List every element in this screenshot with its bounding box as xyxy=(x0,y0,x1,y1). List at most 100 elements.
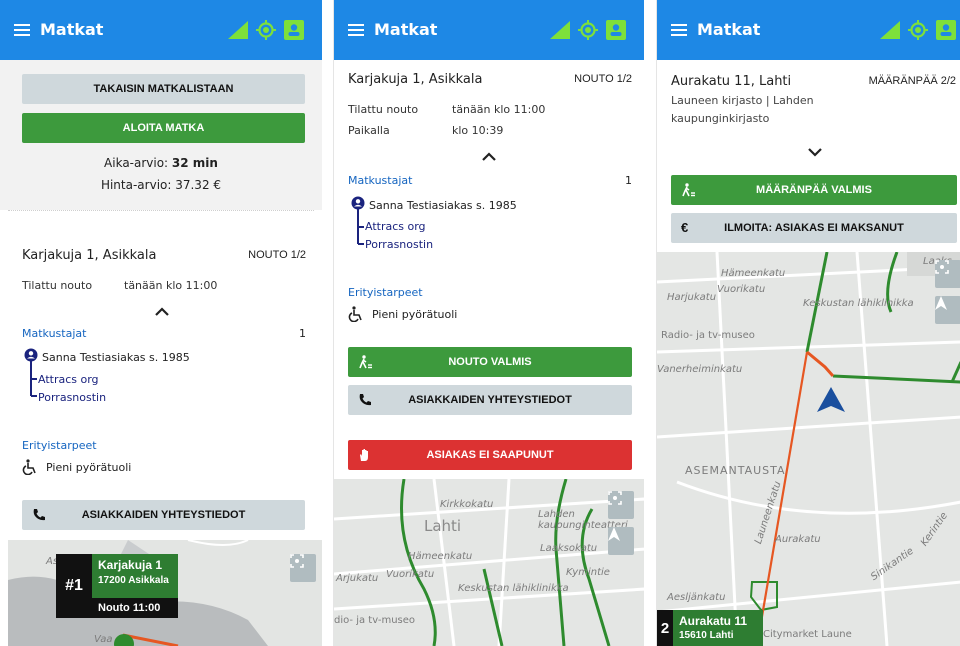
stop-subtitle: Launeen kirjasto | Lahden xyxy=(671,94,814,107)
focus-icon xyxy=(290,554,304,568)
app-title: Matkat xyxy=(697,20,761,39)
stop-hand-icon xyxy=(360,449,368,461)
map-label: Vanerheiminkatu xyxy=(657,364,743,375)
chevron-up-icon[interactable] xyxy=(482,152,496,161)
passengers-label: Matkustajat xyxy=(22,327,87,340)
passenger-service: Porrasnostin xyxy=(38,391,107,404)
passenger-name: Sanna Testiasiakas s. 1985 xyxy=(369,199,517,212)
marker-address: Aurakatu 11 15610 Lahti xyxy=(673,610,763,646)
map-label: Harjukatu xyxy=(667,292,717,303)
app-title: Matkat xyxy=(374,20,438,39)
map-label: Citymarket Laune xyxy=(763,629,852,640)
wheelchair-icon xyxy=(22,459,36,475)
app-bar: Matkat xyxy=(334,0,644,60)
navigation-button[interactable] xyxy=(608,527,634,555)
stop-address: Karjakuja 1, Asikkala xyxy=(348,72,483,87)
map-label: Lahti xyxy=(424,517,462,535)
walking-person-icon xyxy=(359,355,372,369)
map-view[interactable]: Hämeenkatu Harjukatu Vuorikatu Keskustan… xyxy=(657,252,960,646)
destination-done-button[interactable]: MÄÄRÄNPÄÄ VALMIS xyxy=(671,175,957,205)
pickup-done-button[interactable]: NOUTO VALMIS xyxy=(348,347,632,377)
map-label: Hämeenkatu xyxy=(408,551,473,562)
focus-icon xyxy=(935,260,949,274)
pickup-done-label: NOUTO VALMIS xyxy=(448,356,532,368)
navigation-button[interactable] xyxy=(935,296,960,324)
map-view[interactable]: Kirkkokatu Lahti Lahden kaupunginteatter… xyxy=(334,479,644,646)
map-label: Laaksokatu xyxy=(540,543,598,554)
passengers-label: Matkustajat xyxy=(348,174,413,187)
back-to-list-button[interactable]: TAKAISIN MATKALISTAAN xyxy=(22,74,305,104)
marker-address: Karjakuja 1 17200 Asikkala xyxy=(92,554,178,598)
passenger-name: Sanna Testiasiakas s. 1985 xyxy=(42,351,190,364)
stop-address: Karjakuja 1, Asikkala xyxy=(22,248,157,263)
app-bar: Matkat xyxy=(0,0,322,60)
recenter-button[interactable] xyxy=(290,554,316,582)
hamburger-menu-icon[interactable] xyxy=(14,24,30,36)
stop-address: Aurakatu 11, Lahti xyxy=(671,74,792,89)
chevron-down-icon[interactable] xyxy=(808,148,822,157)
contact-card-icon[interactable] xyxy=(284,20,304,40)
contact-info-label: ASIAKKAIDEN YHTEYSTIEDOT xyxy=(408,394,572,406)
stop-label: NOUTO 1/2 xyxy=(248,249,306,261)
report-not-paid-button[interactable]: € ILMOITA: ASIAKAS EI MAKSANUT xyxy=(671,213,957,243)
trip-panel-3: Matkat Aurakatu 11, Lahti MÄÄRÄNPÄÄ 2/2 … xyxy=(656,0,960,646)
map-label: Arjukatu xyxy=(336,573,379,584)
stop-label: NOUTO 1/2 xyxy=(574,73,632,85)
report-not-paid-label: ILMOITA: ASIAKAS EI MAKSANUT xyxy=(724,222,904,234)
focus-icon xyxy=(608,491,622,505)
map-label: Radio- ja tv-museo xyxy=(661,330,755,341)
contact-info-button[interactable]: ASIAKKAIDEN YHTEYSTIEDOT xyxy=(22,500,305,530)
map-label: Lahden kaupunginteatteri xyxy=(538,509,628,531)
contact-card-icon[interactable] xyxy=(936,20,956,40)
map-view[interactable]: As Vaa #1 Karjakuja 1 17200 Asikkala Nou… xyxy=(8,540,322,646)
walking-person-icon xyxy=(682,183,695,197)
hamburger-menu-icon[interactable] xyxy=(671,24,687,36)
contact-info-button[interactable]: ASIAKKAIDEN YHTEYSTIEDOT xyxy=(348,385,632,415)
trip-panel-2: Matkat Karjakuja 1, Asikkala NOUTO 1/2 T… xyxy=(333,0,644,646)
navigation-arrow-icon xyxy=(935,296,947,310)
euro-icon: € xyxy=(681,220,689,235)
divider xyxy=(8,210,314,211)
passenger-org: Attracs org xyxy=(38,373,99,386)
gps-target-icon[interactable] xyxy=(578,20,598,40)
wheelchair-icon xyxy=(348,306,362,322)
map-label: Hämeenkatu xyxy=(721,268,786,279)
signal-icon xyxy=(550,21,570,39)
recenter-button[interactable] xyxy=(935,260,960,288)
hamburger-menu-icon[interactable] xyxy=(348,24,364,36)
map-label: Keskustan lähiklinikka xyxy=(458,583,569,594)
map-label: dio- ja tv-museo xyxy=(334,615,416,626)
map-label: Keskustan lähiklinikka xyxy=(803,298,914,309)
chevron-up-icon[interactable] xyxy=(155,307,169,316)
stop-subtitle: kaupunginkirjasto xyxy=(671,112,770,125)
map-label: Kymintie xyxy=(566,567,610,578)
phone-icon xyxy=(33,509,45,521)
phone-icon xyxy=(359,394,371,406)
contact-card-icon[interactable] xyxy=(606,20,626,40)
price-estimate: Hinta-arvio: 37.32 € xyxy=(100,178,222,192)
app-bar: Matkat xyxy=(657,0,960,60)
stop-label: MÄÄRÄNPÄÄ 2/2 xyxy=(868,75,956,87)
map-label: Vuorikatu xyxy=(386,569,435,580)
gps-target-icon[interactable] xyxy=(908,20,928,40)
recenter-button[interactable] xyxy=(608,491,634,519)
ordered-label: Tilattu nouto xyxy=(348,103,419,116)
map-label: Aurakatu xyxy=(775,534,821,545)
no-show-label: ASIAKAS EI SAAPUNUT xyxy=(426,449,554,461)
map-label: Vaa xyxy=(94,634,113,645)
signal-icon xyxy=(880,21,900,39)
passengers-count: 1 xyxy=(299,327,306,340)
signal-icon xyxy=(228,21,248,39)
needs-label: Erityistarpeet xyxy=(348,286,423,299)
gps-target-icon[interactable] xyxy=(256,20,276,40)
time-estimate: Aika-arvio: 32 min xyxy=(104,156,218,170)
start-trip-button[interactable]: ALOITA MATKA xyxy=(22,113,305,143)
ordered-value: tänään klo 11:00 xyxy=(452,103,546,116)
ordered-label: Tilattu nouto xyxy=(22,279,93,292)
person-icon xyxy=(351,196,365,245)
app-title: Matkat xyxy=(40,20,104,39)
no-show-button[interactable]: ASIAKAS EI SAAPUNUT xyxy=(348,440,632,470)
map-label: ASEMANTAUSTA xyxy=(685,464,786,477)
map-label: Vuorikatu xyxy=(717,284,766,295)
navigation-arrow-icon xyxy=(608,527,620,541)
